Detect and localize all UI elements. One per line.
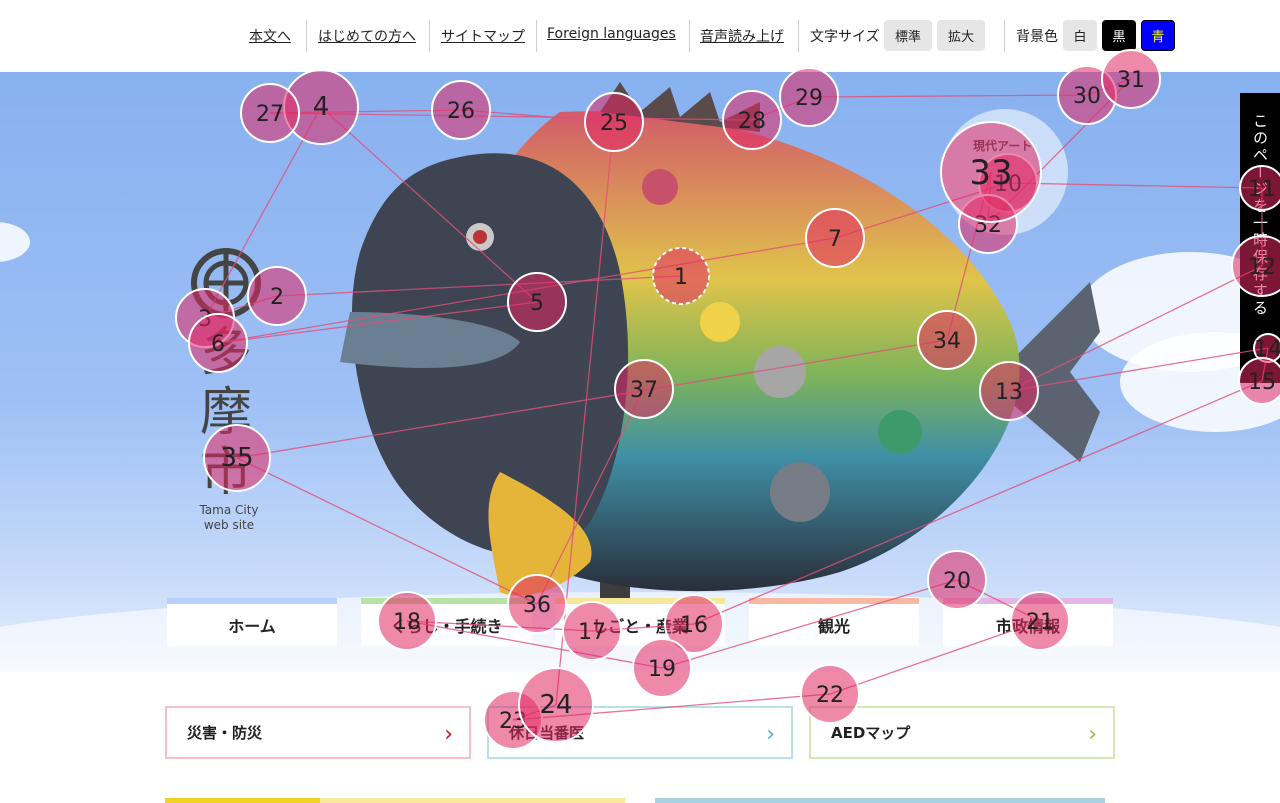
font-size-normal-button[interactable]: 標準 xyxy=(884,20,932,51)
tab-tourism[interactable]: 観光 xyxy=(749,598,919,646)
tab-living-procedures[interactable]: くらし・手続き xyxy=(361,598,532,646)
tab-label: くらし・手続き xyxy=(390,617,503,636)
section-accent-bar xyxy=(655,798,1105,803)
marker-label: 22 xyxy=(816,683,844,708)
save-page-label: このページを一時保存する xyxy=(1251,113,1269,317)
tab-label: 観光 xyxy=(817,617,850,636)
tab-label: しごと・産業 xyxy=(591,617,688,636)
font-size-large-button[interactable]: 拡大 xyxy=(937,20,985,51)
logo-caption-line2: web site xyxy=(203,518,255,532)
hero-banner: 多摩市 Tama City web site 現代アート xyxy=(0,72,1280,672)
foreign-languages-link[interactable]: Foreign languages xyxy=(547,26,676,42)
bg-color-label: 背景色 xyxy=(1016,29,1058,45)
tab-label: ホーム xyxy=(228,617,276,636)
tab-work-industry[interactable]: しごと・産業 xyxy=(555,598,725,646)
disaster-prevention-link[interactable]: 災害・防災 › xyxy=(165,706,471,759)
font-size-label: 文字サイズ xyxy=(810,29,880,45)
utility-bar: 本文へ はじめての方へ サイトマップ Foreign languages 音声読… xyxy=(0,0,1280,72)
divider xyxy=(536,20,537,52)
first-visitors-link[interactable]: はじめての方へ xyxy=(318,26,416,46)
section-accent-bar xyxy=(320,798,625,803)
quick-link-label: 休日当番医 xyxy=(509,724,585,742)
divider xyxy=(798,20,799,52)
divider xyxy=(306,20,307,52)
text-to-speech-link[interactable]: 音声読み上げ xyxy=(700,26,784,46)
chevron-right-icon: › xyxy=(766,722,775,747)
city-logo[interactable]: 多摩市 Tama City web site xyxy=(190,247,270,533)
section-accent-bar xyxy=(165,798,320,803)
chevron-right-icon: › xyxy=(444,722,453,747)
bg-black-button[interactable]: 黒 xyxy=(1102,20,1136,51)
sitemap-link[interactable]: サイトマップ xyxy=(441,26,525,46)
badge-label: 現代アート xyxy=(973,139,1033,153)
aed-map-link[interactable]: AEDマップ › xyxy=(809,706,1115,759)
save-page-button[interactable]: このページを一時保存する xyxy=(1240,93,1280,383)
chevron-right-icon: › xyxy=(1088,722,1097,747)
tab-city-government[interactable]: 市政情報 xyxy=(943,598,1113,646)
modern-art-badge[interactable]: 現代アート xyxy=(942,109,1068,235)
bg-white-button[interactable]: 白 xyxy=(1063,20,1097,51)
holiday-doctor-link[interactable]: 休日当番医 › xyxy=(487,706,793,759)
tab-label: 市政情報 xyxy=(995,617,1060,636)
divider xyxy=(429,20,430,52)
bg-blue-button[interactable]: 青 xyxy=(1141,20,1175,51)
divider xyxy=(689,20,690,52)
logo-caption-line1: Tama City xyxy=(199,503,259,517)
divider xyxy=(1004,20,1005,52)
quick-link-label: AEDマップ xyxy=(831,724,911,742)
quick-link-label: 災害・防災 xyxy=(187,724,263,742)
skip-to-content-link[interactable]: 本文へ xyxy=(249,26,291,46)
tab-home[interactable]: ホーム xyxy=(167,598,337,646)
city-name: 多摩市 xyxy=(199,323,252,503)
city-emblem-icon xyxy=(191,248,261,318)
